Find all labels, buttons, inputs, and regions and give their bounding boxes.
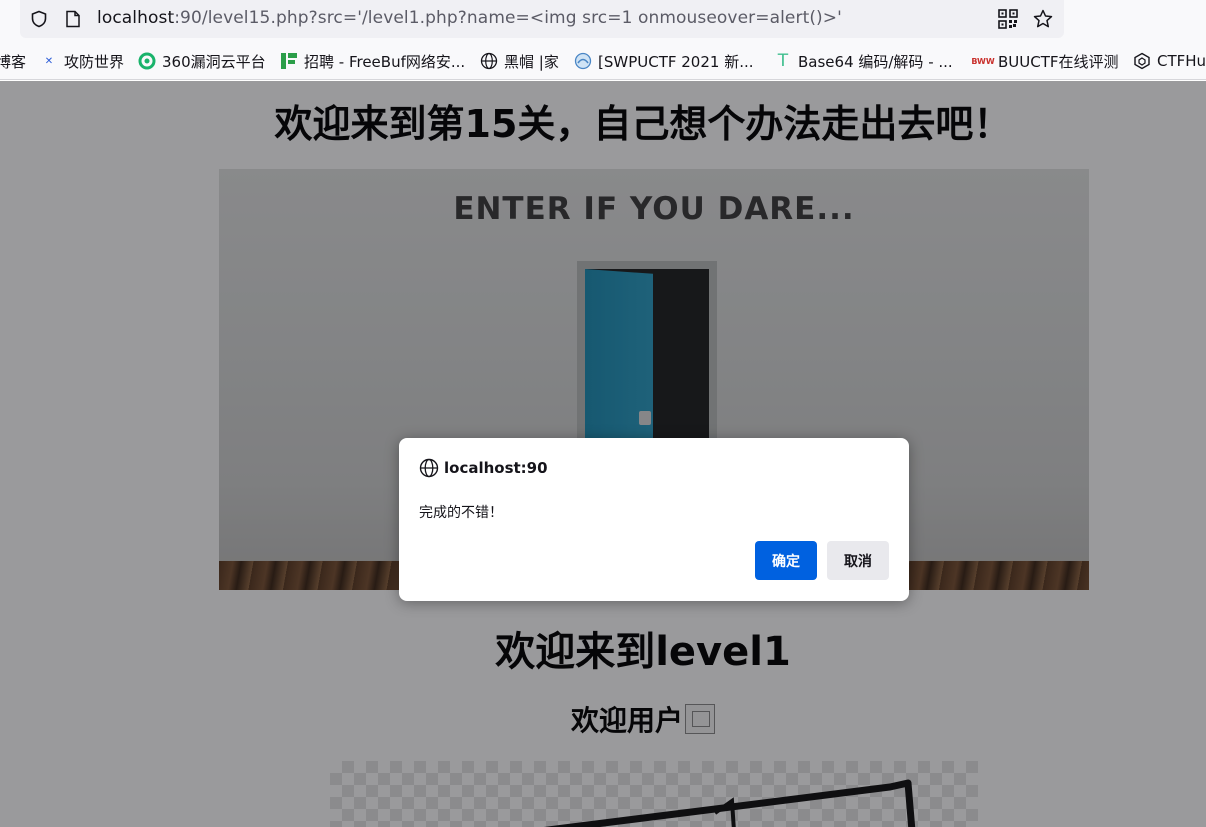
bookmark-item[interactable]: 黑帽 |家 [480, 51, 559, 71]
ctfhub-icon [1133, 52, 1151, 70]
bookmark-item[interactable]: 招聘 - FreeBuf网络安... [280, 51, 465, 71]
cancel-button[interactable]: 取消 [827, 541, 889, 580]
dialog-message: 完成的不错！ [419, 505, 503, 521]
globe-icon [480, 52, 498, 70]
bookmark-item[interactable]: [SWPUCTF 2021 新... [574, 51, 754, 71]
bookmark-item[interactable]: 360漏洞云平台 [138, 51, 266, 71]
browser-toolbar: localhost:90/level15.php?src='/level1.ph… [0, 0, 1206, 80]
tracking-protection-shield-icon[interactable] [29, 9, 49, 29]
bookmark-item[interactable]: BWW BUUCTF在线评测 [971, 51, 1118, 71]
ok-button[interactable]: 确定 [755, 541, 817, 580]
bookmark-item[interactable]: T Base64 编码/解码 - ... [774, 51, 953, 71]
bookmark-item[interactable]: ✕ 攻防世界 [40, 51, 124, 71]
nssctf-icon [574, 52, 592, 70]
dialog-header: localhost:90 [419, 458, 548, 478]
alert-dialog: localhost:90 完成的不错！ 确定 取消 [399, 438, 909, 601]
freebuf-icon [280, 52, 298, 70]
bookmark-star-icon[interactable] [1033, 9, 1053, 29]
360-icon [138, 52, 156, 70]
qr-code-icon[interactable] [998, 9, 1018, 29]
buuctf-icon: BWW [971, 56, 995, 66]
page-info-icon[interactable] [63, 9, 83, 29]
dialog-origin: localhost:90 [444, 459, 548, 477]
address-bar[interactable]: localhost:90/level15.php?src='/level1.ph… [20, 0, 1064, 38]
globe-icon [419, 458, 439, 478]
base64-icon: T [777, 51, 789, 71]
adworld-icon: ✕ [44, 55, 54, 67]
bookmark-item[interactable]: CTFHu [1133, 51, 1206, 71]
url-text[interactable]: localhost:90/level15.php?src='/level1.ph… [97, 8, 842, 28]
bookmark-item[interactable]: 博客 [0, 51, 26, 71]
bookmarks-bar: 博客 ✕ 攻防世界 360漏洞云平台 招聘 - FreeBuf网络安... 黑帽 … [0, 44, 1206, 78]
